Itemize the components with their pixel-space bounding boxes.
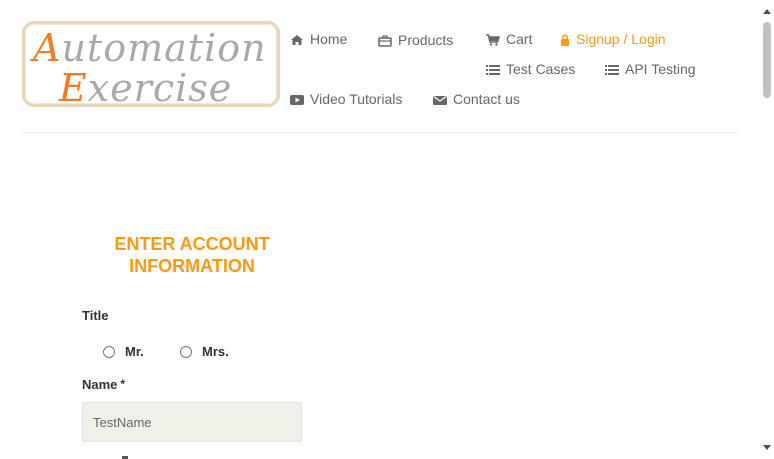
shopping-cart-icon: [486, 33, 501, 46]
nav-test-cases[interactable]: Test Cases: [486, 61, 575, 77]
nav-products[interactable]: Products: [378, 32, 453, 48]
radio-mrs-label[interactable]: Mrs.: [202, 344, 229, 359]
logo-rest-exercise: xercise: [87, 66, 233, 110]
nav-contact-us-label: Contact us: [453, 91, 520, 107]
scroll-up-arrow[interactable]: [763, 9, 771, 14]
radio-mrs[interactable]: [180, 345, 192, 358]
logo-rest-automation: utomation: [61, 26, 267, 70]
required-mark: *: [120, 377, 126, 391]
logo-cap-a: A: [33, 26, 62, 70]
name-input[interactable]: [82, 402, 302, 442]
page-scrollbar[interactable]: [760, 0, 774, 459]
nav-video-tutorials-label: Video Tutorials: [310, 91, 403, 107]
title-label: Title: [82, 308, 109, 323]
nav-signup-login-label: Signup / Login: [576, 31, 666, 47]
logo-cap-e: E: [59, 66, 88, 110]
nav-signup-login[interactable]: Signup / Login: [560, 31, 666, 47]
nav-cart-label: Cart: [506, 31, 533, 47]
header-divider: [20, 132, 740, 133]
envelope-icon: [433, 93, 447, 105]
name-label-text: Name: [82, 377, 118, 392]
home-icon: [290, 33, 304, 45]
nav-api-testing[interactable]: API Testing: [605, 61, 696, 77]
title-option-mrs[interactable]: Mrs.: [180, 344, 229, 359]
section-title-line2: INFORMATION: [129, 256, 255, 276]
list-icon: [605, 63, 619, 75]
site-logo[interactable]: Automation Exercise: [22, 21, 280, 108]
radio-mr[interactable]: [103, 345, 115, 358]
next-field-label-partial: [82, 452, 142, 459]
radio-mr-label[interactable]: Mr.: [125, 344, 144, 359]
nav-video-tutorials[interactable]: Video Tutorials: [290, 91, 402, 107]
nav-contact-us[interactable]: Contact us: [433, 91, 520, 107]
name-label: Name *: [82, 377, 125, 392]
lock-icon: [560, 33, 570, 46]
section-title-line1: ENTER ACCOUNT: [114, 234, 270, 254]
logo-line-exercise: Exercise: [59, 68, 232, 108]
scroll-thumb[interactable]: [763, 22, 771, 98]
nav-home-label: Home: [310, 31, 348, 47]
nav-cart[interactable]: Cart: [486, 31, 532, 47]
section-title: ENTER ACCOUNT INFORMATION: [82, 233, 302, 277]
youtube-play-icon: [290, 93, 304, 105]
briefcase-icon: [378, 34, 392, 47]
nav-api-testing-label: API Testing: [625, 61, 696, 77]
logo-line-automation: Automation: [33, 28, 267, 68]
list-icon: [486, 63, 500, 75]
nav-products-label: Products: [398, 32, 454, 48]
scroll-down-arrow[interactable]: [763, 445, 771, 450]
nav-test-cases-label: Test Cases: [506, 61, 576, 77]
nav-home[interactable]: Home: [290, 31, 347, 47]
title-option-mr[interactable]: Mr.: [103, 344, 144, 359]
